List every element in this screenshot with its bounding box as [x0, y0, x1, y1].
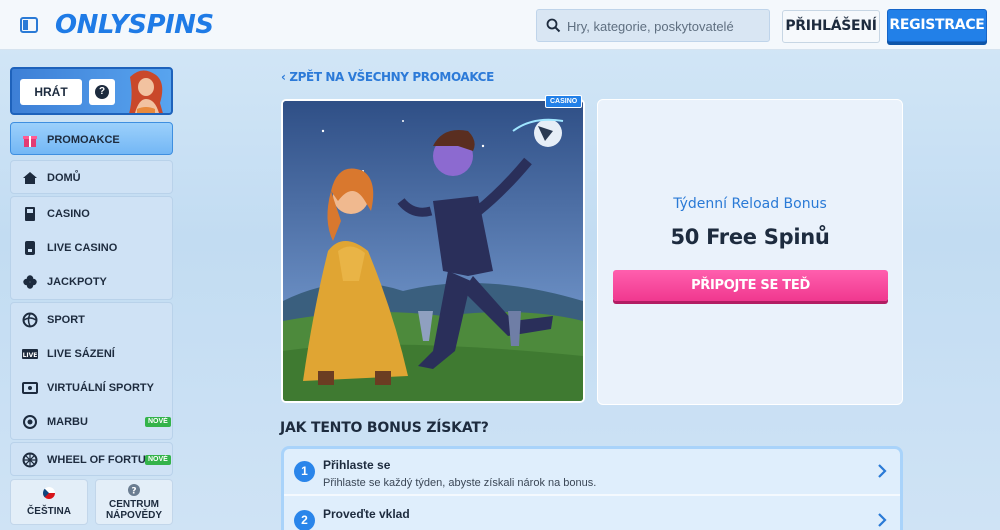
- sidebar-item-live-sazeni[interactable]: LIVE LIVE SÁZENÍ: [11, 337, 172, 371]
- marbu-icon: [23, 415, 37, 429]
- czech-flag-icon: [43, 487, 55, 499]
- sidebar: HRÁT ? PROMOAKCE DOMŮ CASINO LIVE CASINO…: [0, 51, 182, 530]
- steps-list: 1 Přihlaste se Přihlaste se každý týden,…: [281, 446, 903, 530]
- sidebar-item-marbu[interactable]: MARBU NOVÉ: [11, 405, 172, 439]
- offer-card: Týdenní Reload Bonus 50 Free Spinů PŘIPO…: [597, 99, 903, 405]
- ball-icon: [22, 312, 38, 328]
- sidebar-item-casino[interactable]: CASINO: [11, 197, 172, 231]
- nav-group-sport: SPORT LIVE LIVE SÁZENÍ VIRTUÁLNÍ SPORTY …: [10, 302, 173, 440]
- question-circle-icon: ?: [128, 484, 140, 497]
- svg-text:?: ?: [131, 487, 136, 497]
- wheel-icon: [22, 452, 38, 468]
- sidebar-item-label: CASINO: [47, 208, 90, 220]
- sidebar-item-domu[interactable]: DOMŮ: [11, 161, 172, 195]
- how-to-claim-heading: JAK TENTO BONUS ZÍSKAT?: [280, 420, 489, 436]
- virtual-sports-icon: [22, 382, 38, 394]
- search-input[interactable]: [567, 15, 765, 37]
- help-center-label-line1: CENTRUM: [109, 499, 159, 510]
- sidebar-item-label: LIVE CASINO: [47, 242, 118, 254]
- sidebar-item-jackpoty[interactable]: JACKPOTY: [11, 265, 172, 299]
- sidebar-item-label: JACKPOTY: [47, 276, 107, 288]
- sidebar-item-label: WHEEL OF FORTUNE: [47, 454, 162, 466]
- sidebar-item-label: VIRTUÁLNÍ SPORTY: [47, 382, 154, 394]
- live-icon: LIVE: [22, 349, 38, 359]
- offer-title: 50 Free Spinů: [670, 225, 830, 249]
- promo-image: [281, 99, 585, 403]
- login-button[interactable]: PŘIHLÁŠENÍ: [782, 10, 880, 43]
- chevron-right-icon: [878, 513, 887, 527]
- new-badge: NOVÉ: [145, 455, 171, 465]
- register-button[interactable]: REGISTRACE: [887, 9, 987, 42]
- search-box[interactable]: [536, 9, 770, 42]
- language-label: ČEŠTINA: [27, 506, 71, 517]
- svg-text:LIVE: LIVE: [23, 352, 38, 359]
- new-badge: NOVÉ: [145, 417, 171, 427]
- sidebar-item-promoakce[interactable]: PROMOAKCE: [10, 122, 173, 155]
- home-icon: [23, 172, 37, 184]
- slot-machine-icon: [25, 207, 35, 221]
- step-number-badge: 1: [294, 461, 315, 482]
- sidebar-item-label: MARBU: [47, 416, 88, 428]
- step-item[interactable]: 2 Proveďte vklad: [284, 498, 900, 530]
- step-description: Přihlaste se každý týden, abyste získali…: [323, 477, 597, 489]
- play-button[interactable]: HRÁT: [20, 79, 82, 105]
- nav-group-wheel: WHEEL OF FORTUNE NOVÉ: [10, 442, 173, 476]
- top-header: ONLYSPINS PŘIHLÁŠENÍ REGISTRACE: [0, 0, 1000, 50]
- search-icon: [546, 18, 561, 33]
- help-center-button[interactable]: ? CENTRUM NÁPOVĚDY: [95, 479, 173, 525]
- sidebar-item-live-casino[interactable]: LIVE CASINO: [11, 231, 172, 265]
- back-to-promotions-link[interactable]: ‹ ZPĚT NA VŠECHNY PROMOAKCE: [281, 70, 494, 84]
- gift-icon: [23, 136, 37, 147]
- step-item[interactable]: 1 Přihlaste se Přihlaste se každý týden,…: [284, 449, 900, 496]
- nav-group-casino: CASINO LIVE CASINO JACKPOTY: [10, 196, 173, 300]
- sidebar-item-label: DOMŮ: [47, 172, 81, 184]
- help-button[interactable]: ?: [89, 79, 115, 105]
- clover-icon: [23, 275, 37, 289]
- sidebar-item-virtualni-sporty[interactable]: VIRTUÁLNÍ SPORTY: [11, 371, 172, 405]
- language-button[interactable]: ČEŠTINA: [10, 479, 88, 525]
- question-icon: ?: [95, 85, 109, 99]
- nav-group-home: DOMŮ: [10, 160, 173, 194]
- site-logo[interactable]: ONLYSPINS: [55, 11, 214, 39]
- join-now-button[interactable]: PŘIPOJTE SE TEĎ: [613, 270, 888, 301]
- sidebar-item-wheel-of-fortune[interactable]: WHEEL OF FORTUNE NOVÉ: [11, 443, 172, 477]
- step-title: Přihlaste se: [323, 458, 391, 472]
- offer-subtitle: Týdenní Reload Bonus: [673, 196, 827, 212]
- sidebar-item-label: LIVE SÁZENÍ: [47, 348, 115, 360]
- card-icon: [25, 241, 35, 255]
- category-tag: CASINO: [545, 95, 583, 108]
- promo-illustration: [283, 101, 583, 401]
- sidebar-promo-card: HRÁT ?: [10, 67, 173, 115]
- chevron-right-icon: [878, 464, 887, 478]
- step-number-badge: 2: [294, 510, 315, 530]
- sidebar-item-label: PROMOAKCE: [47, 134, 120, 146]
- sidebar-item-sport[interactable]: SPORT: [11, 303, 172, 337]
- help-center-label-line2: NÁPOVĚDY: [105, 510, 163, 521]
- sidebar-toggle-icon[interactable]: [20, 16, 38, 34]
- sidebar-item-label: SPORT: [47, 314, 85, 326]
- step-title: Proveďte vklad: [323, 507, 410, 521]
- promo-character-image: [129, 70, 163, 113]
